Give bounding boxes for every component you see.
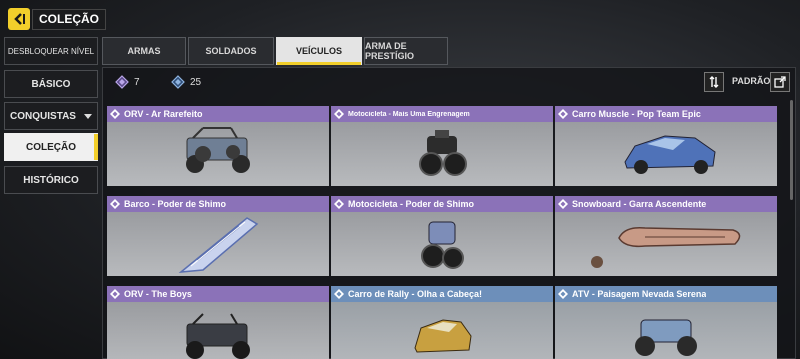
card-header: Motocicleta - Mais Uma Engrenagem: [331, 106, 553, 122]
export-button[interactable]: [770, 72, 790, 92]
collection-card[interactable]: ORV - The Boys: [107, 286, 329, 359]
back-button[interactable]: [8, 8, 30, 30]
card-title: ATV - Paisagem Nevada Serena: [572, 289, 707, 299]
sidebar-item-history[interactable]: HISTÓRICO: [4, 166, 98, 194]
collection-card[interactable]: ORV - Ar Rarefeito: [107, 106, 329, 186]
rarity-icon: [558, 109, 568, 119]
vehicle-image: [555, 122, 777, 186]
sidebar-item-label: CONQUISTAS: [10, 110, 76, 122]
tab-label: ARMAS: [127, 46, 161, 56]
sidebar-item-basic[interactable]: BÁSICO: [4, 70, 98, 98]
sidebar-item-unlock-level[interactable]: DESBLOQUEAR NÍVEL: [4, 37, 98, 65]
card-header: Barco - Poder de Shimo: [107, 196, 329, 212]
sidebar-item-label: COLEÇÃO: [26, 141, 76, 153]
blue-counter: 25: [171, 75, 201, 89]
collection-card[interactable]: Snowboard - Garra Ascendente: [555, 196, 777, 276]
export-icon: [774, 76, 786, 88]
back-arrow-icon: [14, 13, 25, 25]
rarity-icon: [334, 109, 344, 119]
sort-label: PADRÃO: [732, 76, 771, 86]
rarity-icon: [110, 289, 120, 299]
purple-counter: 7: [115, 75, 140, 89]
card-title: ORV - The Boys: [124, 289, 192, 299]
sidebar-item-label: HISTÓRICO: [23, 174, 79, 186]
card-header: Carro Muscle - Pop Team Epic: [555, 106, 777, 122]
tab-vehicles[interactable]: VEÍCULOS: [276, 37, 362, 65]
vehicle-image: [555, 212, 777, 276]
collection-card[interactable]: Carro Muscle - Pop Team Epic: [555, 106, 777, 186]
rarity-icon: [558, 289, 568, 299]
card-title: Motocicleta - Mais Uma Engrenagem: [348, 110, 470, 118]
tab-prestige-weapon[interactable]: ARMA DE PRESTÍGIO: [364, 37, 448, 65]
collection-card[interactable]: Motocicleta - Mais Uma Engrenagem: [331, 106, 553, 186]
card-title: Snowboard - Garra Ascendente: [572, 199, 707, 209]
vehicle-image: [555, 302, 777, 359]
chevron-down-icon: [83, 113, 92, 119]
collection-card[interactable]: Carro de Rally - Olha a Cabeça!: [331, 286, 553, 359]
rarity-icon: [558, 199, 568, 209]
vehicle-image: [331, 212, 553, 276]
blue-diamond-icon: [171, 75, 185, 89]
tab-label: SOLDADOS: [205, 46, 257, 56]
sidebar-item-label: DESBLOQUEAR NÍVEL: [7, 46, 95, 56]
vehicle-image: [331, 122, 553, 186]
card-header: ATV - Paisagem Nevada Serena: [555, 286, 777, 302]
collection-card[interactable]: ATV - Paisagem Nevada Serena: [555, 286, 777, 359]
sort-icon: [709, 76, 719, 88]
vehicle-image: [107, 122, 329, 186]
card-title: ORV - Ar Rarefeito: [124, 109, 203, 119]
sidebar-item-collection[interactable]: COLEÇÃO: [4, 133, 98, 161]
card-title: Motocicleta - Poder de Shimo: [348, 199, 475, 209]
sidebar-item-achievements[interactable]: CONQUISTAS: [4, 102, 98, 130]
collection-card[interactable]: Motocicleta - Poder de Shimo: [331, 196, 553, 276]
collection-panel: 7 25 PADRÃO ORV - Ar Rarefeito Motocicle…: [102, 67, 796, 359]
tab-soldiers[interactable]: SOLDADOS: [188, 37, 274, 65]
card-title: Carro de Rally - Olha a Cabeça!: [348, 289, 483, 299]
page-title: COLEÇÃO: [32, 9, 106, 30]
vehicle-image: [107, 212, 329, 276]
blue-count: 25: [190, 76, 202, 88]
rarity-icon: [110, 199, 120, 209]
purple-diamond-icon: [115, 75, 129, 89]
scrollbar[interactable]: [790, 100, 793, 200]
card-title: Carro Muscle - Pop Team Epic: [572, 109, 701, 119]
card-header: Snowboard - Garra Ascendente: [555, 196, 777, 212]
rarity-icon: [110, 109, 120, 119]
card-title: Barco - Poder de Shimo: [124, 199, 227, 209]
vehicle-image: [331, 302, 553, 359]
rarity-icon: [334, 289, 344, 299]
card-header: Motocicleta - Poder de Shimo: [331, 196, 553, 212]
purple-count: 7: [134, 76, 140, 88]
card-header: Carro de Rally - Olha a Cabeça!: [331, 286, 553, 302]
rarity-icon: [334, 199, 344, 209]
tab-weapons[interactable]: ARMAS: [102, 37, 186, 65]
sort-button[interactable]: [704, 72, 724, 92]
vehicle-image: [107, 302, 329, 359]
collection-card[interactable]: Barco - Poder de Shimo: [107, 196, 329, 276]
card-header: ORV - The Boys: [107, 286, 329, 302]
tab-label: ARMA DE PRESTÍGIO: [365, 41, 415, 61]
sidebar-item-label: BÁSICO: [31, 78, 71, 90]
card-header: ORV - Ar Rarefeito: [107, 106, 329, 122]
tab-label: VEÍCULOS: [295, 46, 342, 56]
